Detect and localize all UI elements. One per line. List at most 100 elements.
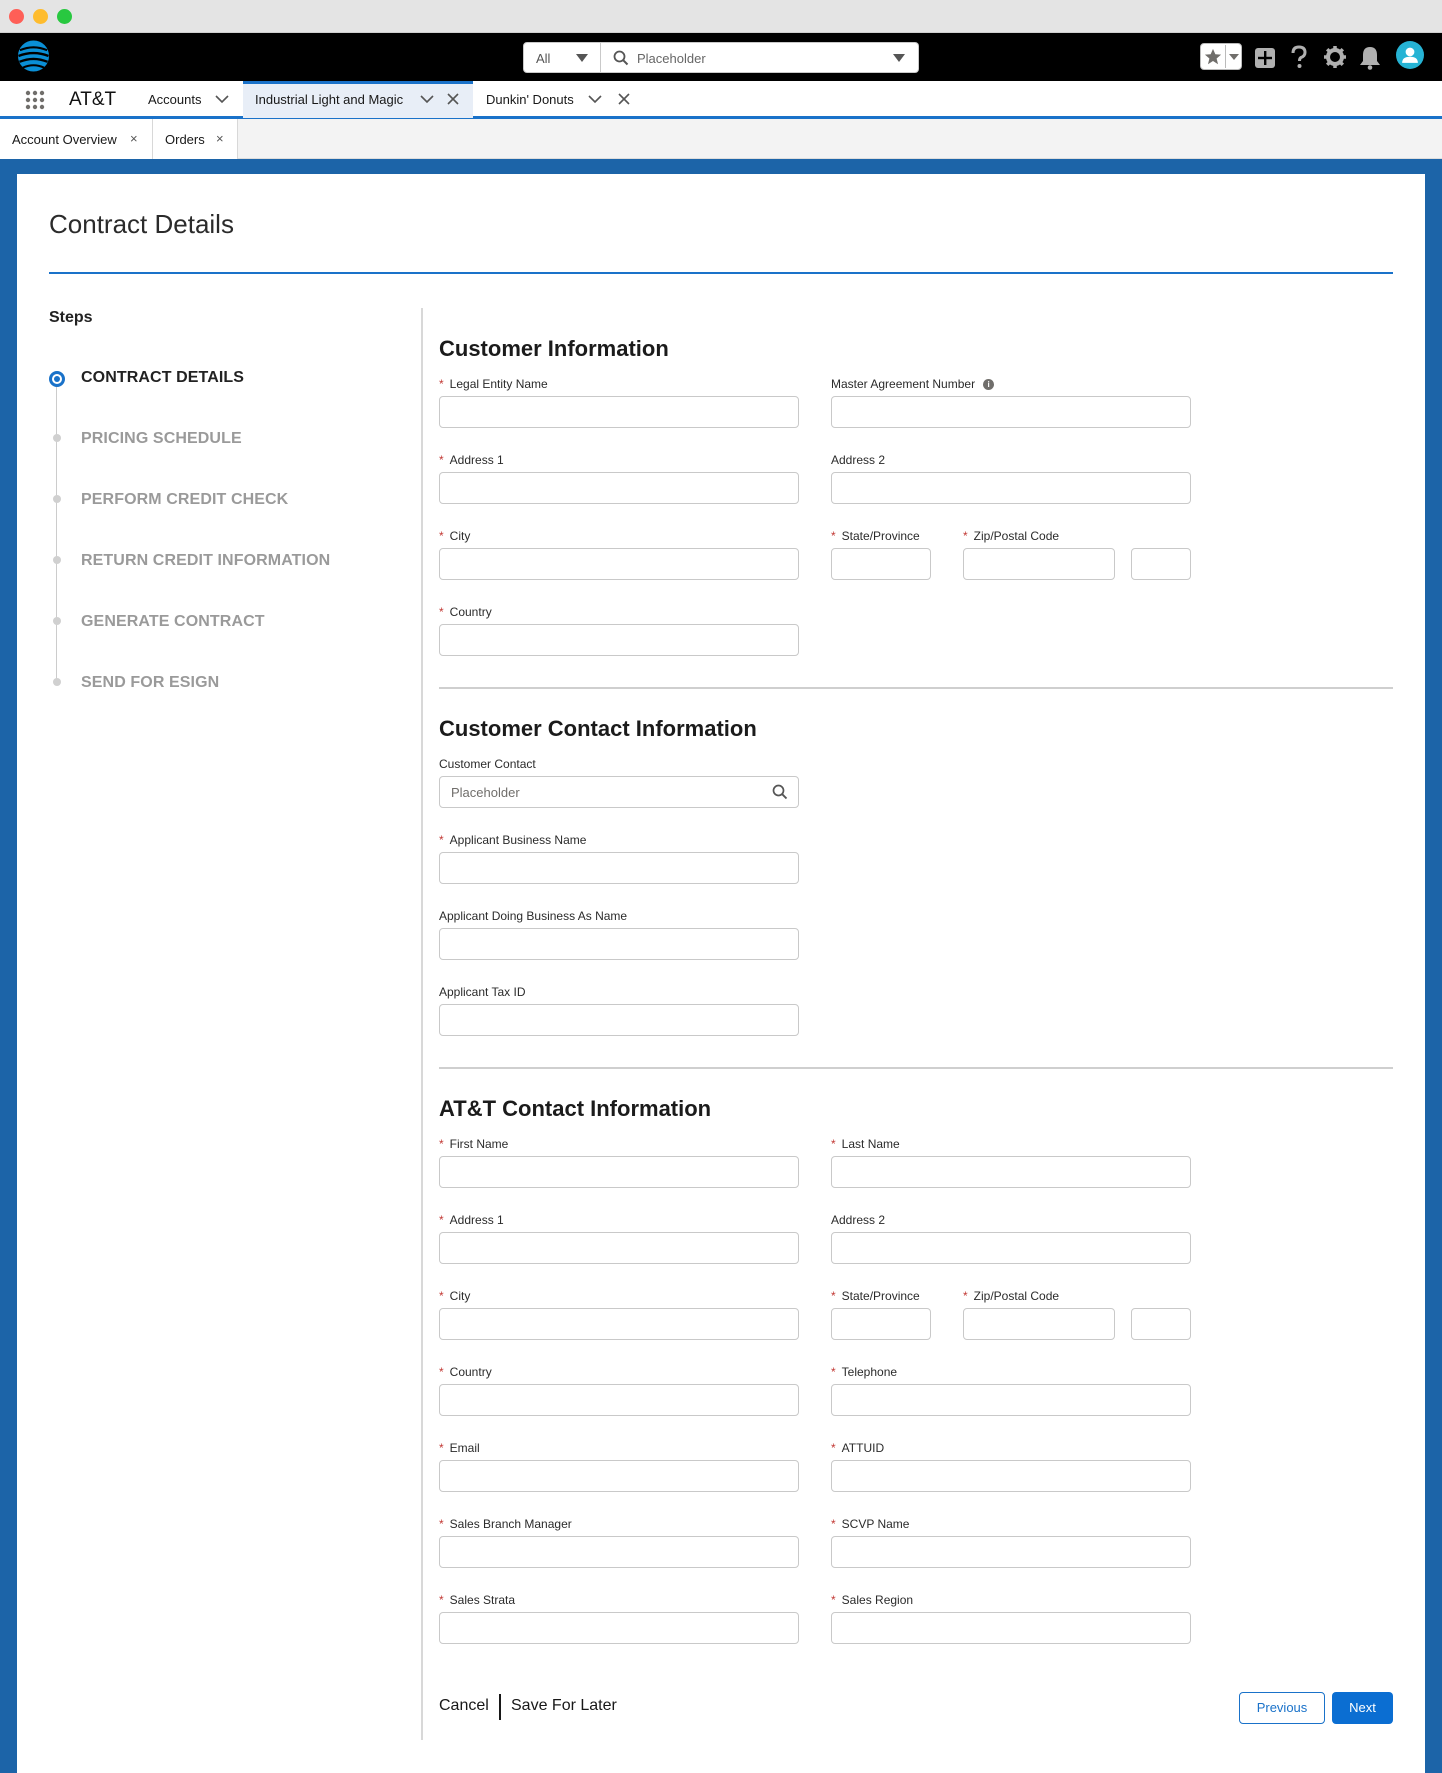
app-launcher-icon[interactable]	[25, 90, 45, 110]
notification-bell-icon[interactable]	[1358, 43, 1382, 71]
steps-connector-line	[56, 384, 57, 684]
nav-tab-accounts[interactable]: Accounts	[148, 92, 201, 107]
telephone-input[interactable]	[831, 1384, 1191, 1416]
previous-button[interactable]: Previous	[1239, 1692, 1325, 1724]
search-scope-value: All	[536, 51, 551, 66]
star-icon	[1204, 48, 1222, 65]
minimize-window-button[interactable]	[33, 9, 48, 24]
cancel-link[interactable]: Cancel	[439, 1697, 489, 1715]
subtab-account-overview[interactable]: Account Overview ×	[0, 119, 153, 159]
sales-region-input[interactable]	[831, 1612, 1191, 1644]
city-input[interactable]	[439, 548, 799, 580]
chevron-down-icon	[1229, 54, 1239, 60]
close-icon[interactable]: ×	[216, 131, 224, 146]
att-address1-input[interactable]	[439, 1232, 799, 1264]
nav-tab-label[interactable]: Industrial Light and Magic	[255, 92, 403, 107]
last-name-input[interactable]	[831, 1156, 1191, 1188]
add-icon[interactable]	[1254, 43, 1276, 71]
required-marker: *	[831, 1593, 836, 1607]
user-avatar[interactable]	[1394, 41, 1426, 69]
section-divider	[439, 1067, 1393, 1069]
page-title: Contract Details	[49, 209, 234, 239]
chevron-down-icon[interactable]	[420, 94, 434, 104]
field-label: * Telephone	[831, 1365, 898, 1379]
required-marker: *	[831, 1441, 836, 1455]
customer-contact-search-input[interactable]: Placeholder	[439, 776, 799, 808]
att-zip-postal-code-input[interactable]	[963, 1308, 1115, 1340]
zip-postal-code-input[interactable]	[963, 548, 1115, 580]
next-button[interactable]: Next	[1332, 1692, 1393, 1724]
step-return-credit-information[interactable]: RETURN CREDIT INFORMATION	[81, 552, 330, 570]
country-input[interactable]	[439, 624, 799, 656]
field-label: Master Agreement Number i	[831, 377, 995, 391]
att-address2-input[interactable]	[831, 1232, 1191, 1264]
address2-input[interactable]	[831, 472, 1191, 504]
help-icon[interactable]	[1289, 43, 1309, 71]
step-pricing-schedule[interactable]: PRICING SCHEDULE	[81, 430, 242, 448]
step-indicator	[53, 556, 61, 564]
step-perform-credit-check[interactable]: PERFORM CREDIT CHECK	[81, 491, 288, 509]
required-marker: *	[831, 529, 836, 543]
applicant-business-name-input[interactable]	[439, 852, 799, 884]
close-tab-icon[interactable]	[618, 93, 630, 105]
save-for-later-link[interactable]: Save For Later	[511, 1697, 617, 1715]
step-generate-contract[interactable]: GENERATE CONTRACT	[81, 613, 265, 631]
zip-extension-input[interactable]	[1131, 548, 1191, 580]
field-label: * SCVP Name	[831, 1517, 910, 1531]
field-label: Applicant Tax ID	[439, 985, 526, 999]
search-scope-select[interactable]: All	[523, 42, 601, 73]
chevron-down-icon[interactable]	[588, 94, 602, 104]
step-send-for-esign[interactable]: SEND FOR ESIGN	[81, 674, 219, 692]
chevron-down-icon[interactable]	[215, 94, 229, 104]
state-province-input[interactable]	[831, 548, 931, 580]
step-contract-details[interactable]: CONTRACT DETAILS	[81, 369, 244, 387]
attuid-input[interactable]	[831, 1460, 1191, 1492]
applicant-tax-id-input[interactable]	[439, 1004, 799, 1036]
subtab-label: Account Overview	[12, 132, 117, 147]
close-tab-icon[interactable]	[447, 93, 459, 105]
subtab-orders[interactable]: Orders ×	[153, 119, 238, 159]
sales-strata-input[interactable]	[439, 1612, 799, 1644]
att-country-input[interactable]	[439, 1384, 799, 1416]
field-label: * Address 1	[439, 453, 504, 467]
maximize-window-button[interactable]	[57, 9, 72, 24]
subtab-label: Orders	[165, 132, 205, 147]
info-icon[interactable]: i	[983, 379, 995, 391]
scvp-name-input[interactable]	[831, 1536, 1191, 1568]
sales-branch-manager-input[interactable]	[439, 1536, 799, 1568]
field-label: * Zip/Postal Code	[963, 1289, 1060, 1303]
field-label: * Legal Entity Name	[439, 377, 548, 391]
nav-tab-dunkin-donuts[interactable]: Dunkin' Donuts	[486, 92, 574, 107]
required-marker: *	[831, 1289, 836, 1303]
master-agreement-number-input[interactable]	[831, 396, 1191, 428]
field-label: * Sales Region	[831, 1593, 914, 1607]
applicant-dba-input[interactable]	[439, 928, 799, 960]
email-input[interactable]	[439, 1460, 799, 1492]
required-marker: *	[963, 1289, 968, 1303]
field-label: * Sales Strata	[439, 1593, 516, 1607]
att-state-province-input[interactable]	[831, 1308, 931, 1340]
favorites-button[interactable]	[1200, 43, 1242, 70]
close-window-button[interactable]	[9, 9, 24, 24]
address1-input[interactable]	[439, 472, 799, 504]
required-marker: *	[439, 1213, 444, 1227]
att-city-input[interactable]	[439, 1308, 799, 1340]
required-marker: *	[439, 377, 444, 391]
field-label: * Address 1	[439, 1213, 504, 1227]
att-globe-logo[interactable]	[17, 39, 50, 73]
field-label: * ATTUID	[831, 1441, 885, 1455]
field-label: Address 2	[831, 1213, 886, 1227]
first-name-input[interactable]	[439, 1156, 799, 1188]
section-divider	[439, 687, 1393, 689]
close-icon[interactable]: ×	[130, 131, 138, 146]
gear-icon[interactable]	[1323, 43, 1347, 71]
required-marker: *	[439, 529, 444, 543]
global-search-input[interactable]: Placeholder	[601, 42, 919, 73]
section-title-att-contact-information: AT&T Contact Information	[439, 1096, 712, 1121]
required-marker: *	[439, 1441, 444, 1455]
att-zip-extension-input[interactable]	[1131, 1308, 1191, 1340]
search-icon[interactable]	[772, 784, 788, 800]
divider	[1225, 45, 1226, 68]
legal-entity-name-input[interactable]	[439, 396, 799, 428]
field-label: * Last Name	[831, 1137, 900, 1151]
